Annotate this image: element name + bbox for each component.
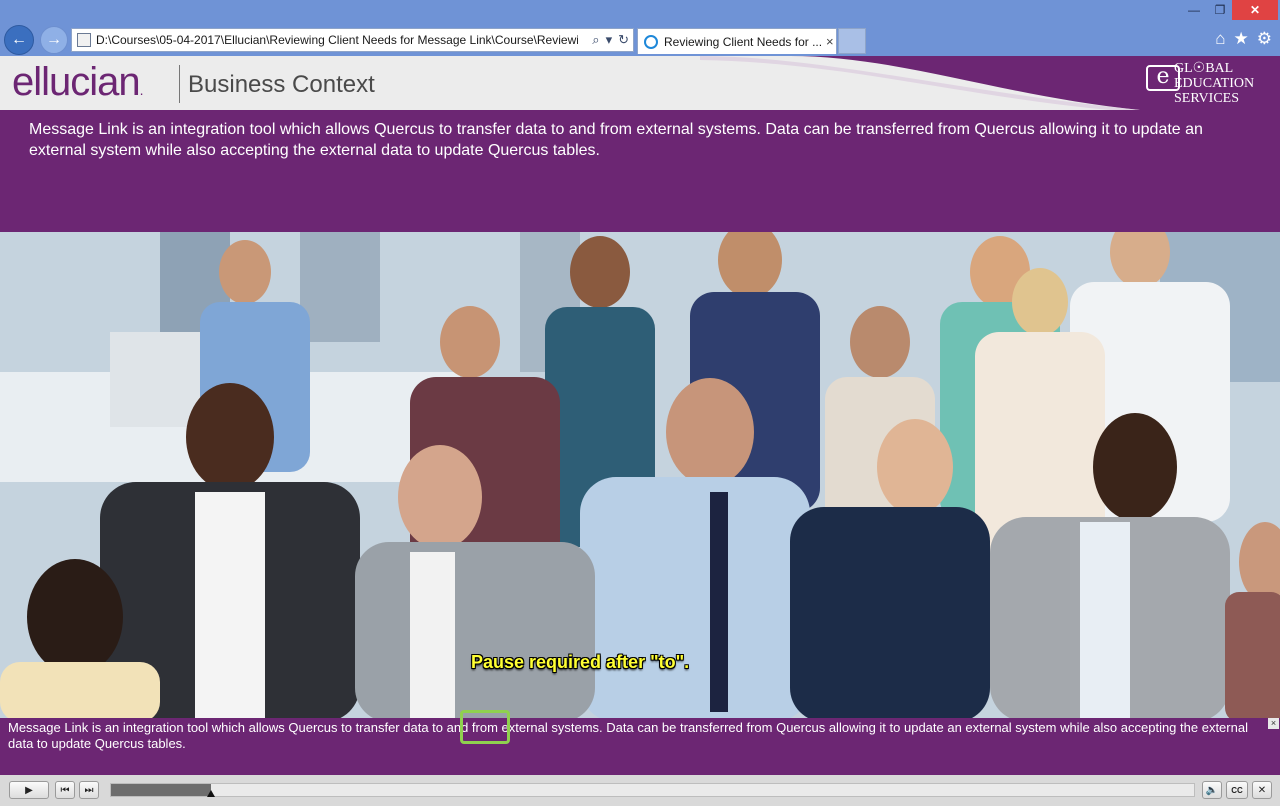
forward-button[interactable]: ⏭ [79,781,99,799]
progress-fill [111,784,211,796]
close-player-button[interactable]: ✕ [1252,781,1272,799]
page-icon [77,33,91,47]
home-icon[interactable]: ⌂ [1215,29,1225,49]
progress-bar[interactable] [110,783,1195,797]
ie-icon [644,34,658,49]
forward-button[interactable]: → [40,26,68,54]
browser-tab[interactable]: Reviewing Client Needs for ... × [637,28,837,54]
intro-band: Message Link is an integration tool whic… [0,110,1280,232]
back-button[interactable]: ← [4,25,34,55]
closed-caption-bar: Message Link is an integration tool whic… [0,718,1280,775]
restore-button[interactable]: ❐ [1208,0,1232,20]
volume-button[interactable]: 🔈 [1202,781,1222,799]
business-people-photo: Pause required after "to". [0,232,1280,718]
close-window-button[interactable]: ✕ [1232,0,1278,20]
settings-icon[interactable]: ⚙ [1257,29,1272,49]
photo-illustration [0,232,1280,718]
new-tab-button[interactable] [838,28,866,54]
player-controls: ▶ ⏮ ⏭ 🔈 CC ✕ [0,775,1280,806]
address-bar[interactable]: D:\Courses\05-04-2017\Ellucian\Reviewing… [71,28,634,52]
address-text: D:\Courses\05-04-2017\Ellucian\Reviewing… [96,33,578,47]
rewind-button[interactable]: ⏮ [55,781,75,799]
course-header: ellucian. Business Context e GL☉BAL EDUC… [0,56,1280,110]
caption-close-icon[interactable]: × [1268,718,1279,729]
browser-chrome: — ❐ ✕ ← → D:\Courses\05-04-2017\Ellucian… [0,0,1280,56]
favorites-icon[interactable]: ★ [1234,29,1249,49]
intro-text: Message Link is an integration tool whic… [29,121,1203,159]
ellucian-logo: ellucian. [12,60,144,104]
global-education-services-logo: e GL☉BAL EDUCATION SERVICES [1142,59,1276,109]
header-divider [179,65,180,103]
play-button[interactable]: ▶ [9,781,49,799]
tab-close-icon[interactable]: × [826,34,834,49]
highlight-annotation [460,710,510,744]
progress-thumb[interactable] [207,790,215,797]
tab-title: Reviewing Client Needs for ... [664,34,822,49]
minimize-button[interactable]: — [1180,0,1208,20]
closed-caption-button[interactable]: CC [1226,781,1248,799]
caption-text: Message Link is an integration tool whic… [8,720,1248,751]
search-icon[interactable]: ⌕ [592,32,599,48]
page-title: Business Context [188,71,375,98]
address-tools: ⌕ ▾ ↻ [592,32,629,48]
dropdown-icon[interactable]: ▾ [606,32,613,48]
pause-callout: Pause required after "to". [471,652,690,672]
browser-toolbar: ⌂ ★ ⚙ [1215,29,1272,49]
refresh-icon[interactable]: ↻ [618,32,629,48]
